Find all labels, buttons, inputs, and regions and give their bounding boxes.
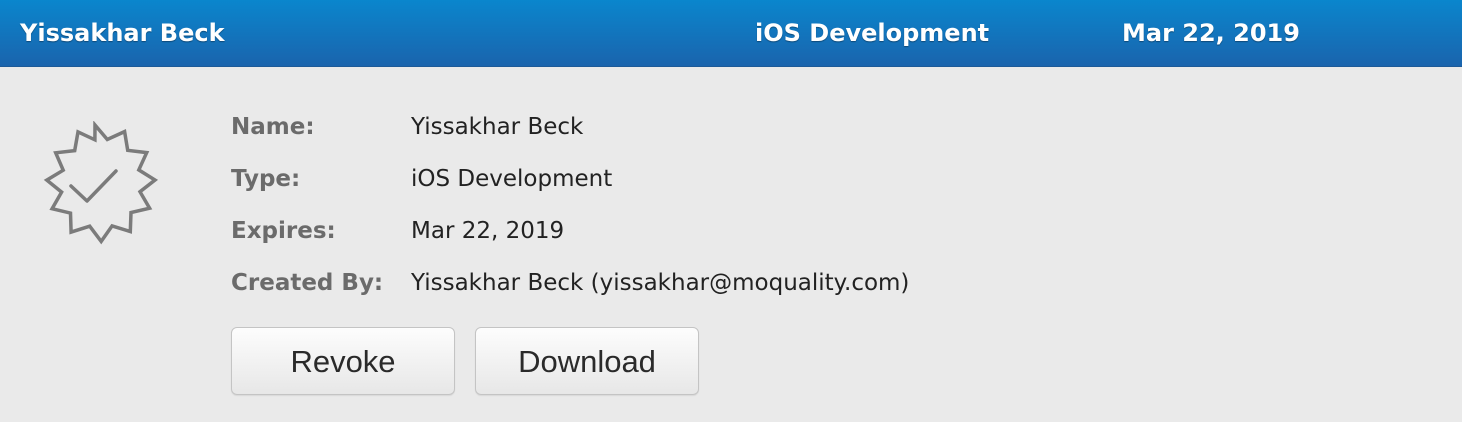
name-label: Name: [231, 114, 315, 140]
expires-label: Expires: [231, 218, 336, 244]
revoke-button[interactable]: Revoke [231, 327, 455, 395]
expires-value: Mar 22, 2019 [411, 218, 565, 244]
download-button[interactable]: Download [475, 327, 699, 395]
type-value: iOS Development [411, 166, 613, 192]
header-name: Yissakhar Beck [20, 19, 225, 47]
certificate-details-panel [0, 67, 1462, 422]
header-expires: Mar 22, 2019 [1122, 19, 1300, 47]
created-by-value: Yissakhar Beck (yissakhar@moquality.com) [411, 270, 910, 296]
header-type: iOS Development [755, 19, 990, 47]
certificate-badge-icon [30, 120, 160, 245]
certificate-header[interactable]: Yissakhar Beck iOS Development Mar 22, 2… [0, 0, 1462, 67]
type-label: Type: [231, 166, 301, 192]
created-by-label: Created By: [231, 270, 384, 296]
name-value: Yissakhar Beck [411, 114, 584, 140]
